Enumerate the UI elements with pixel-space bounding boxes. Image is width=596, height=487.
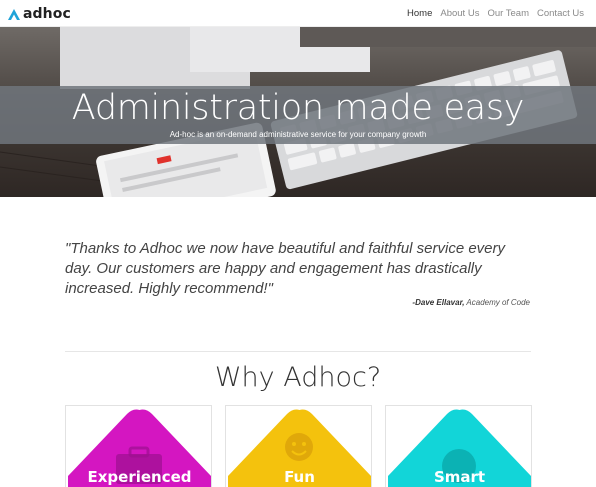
feature-card-fun[interactable]: Fun (225, 405, 372, 487)
testimonial-citation: -Dave Ellavar, Academy of Code (412, 298, 530, 307)
nav-about-link[interactable]: About Us (440, 8, 479, 19)
triangle-logo-icon (8, 9, 20, 20)
nav-menu: Home About Us Our Team Contact Us (407, 8, 584, 19)
navbar: adhoc Home About Us Our Team Contact Us (0, 0, 596, 27)
hero-banner: Administration made easy Ad-hoc is an on… (0, 27, 596, 197)
brand-name: adhoc (23, 6, 71, 22)
nav-home-link[interactable]: Home (407, 8, 432, 19)
section-divider (65, 351, 531, 352)
feature-card-label: Experienced (87, 468, 192, 486)
hero-subtitle: Ad-hoc is an on-demand administrative se… (169, 130, 427, 139)
testimonial-author: -Dave Ellavar, (412, 298, 465, 307)
testimonial-organization: Academy of Code (466, 298, 530, 307)
feature-card-experienced[interactable]: Experienced (65, 405, 212, 487)
hero-title: Administration made easy (71, 88, 525, 128)
feature-card-label: Fun (284, 468, 315, 486)
feature-card-smart[interactable]: Smart (385, 405, 532, 487)
testimonial-quote: "Thanks to Adhoc we now have beautiful a… (65, 240, 506, 297)
nav-team-link[interactable]: Our Team (487, 8, 529, 19)
why-section-title: Why Adhoc? (214, 362, 382, 393)
nav-contact-link[interactable]: Contact Us (537, 8, 584, 19)
brand-logo[interactable]: adhoc (7, 5, 71, 23)
feature-card-label: Smart (433, 468, 486, 486)
